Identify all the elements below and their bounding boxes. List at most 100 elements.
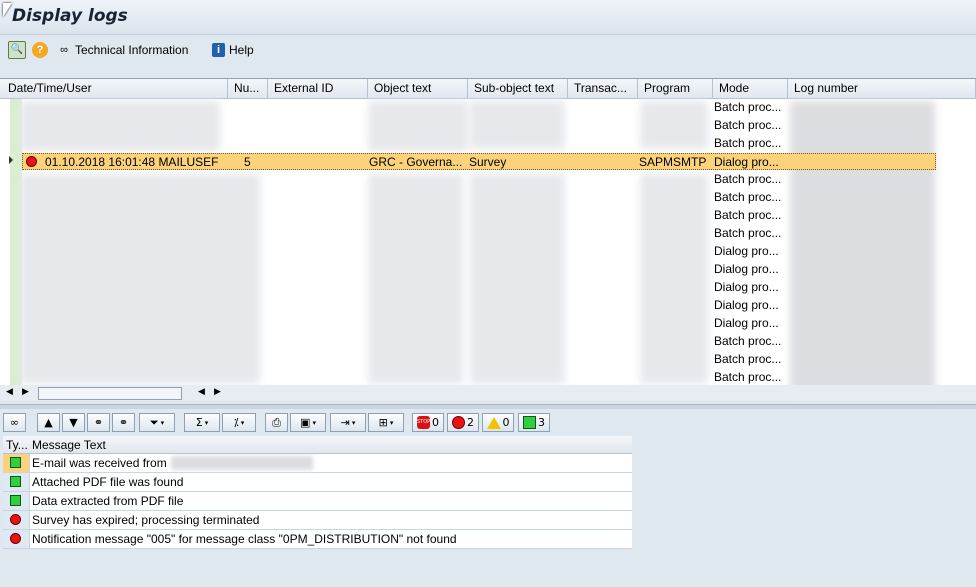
scroll-right-icon[interactable]: ▶: [214, 387, 221, 397]
info-icon: i: [212, 43, 225, 57]
success-icon: [10, 457, 21, 468]
views-icon: ▣: [300, 416, 311, 429]
mode-cell: Batch proc...: [714, 208, 782, 222]
obscured-cells: [470, 101, 565, 149]
technical-information-button[interactable]: ∞ Technical Information: [57, 41, 188, 59]
mode-cell: Dialog pro...: [714, 262, 779, 276]
col-message-text[interactable]: Message Text: [32, 438, 106, 452]
print-button[interactable]: ⎙: [265, 413, 288, 432]
message-row[interactable]: Data extracted from PDF file: [3, 492, 632, 511]
help-info-button[interactable]: ?: [32, 41, 48, 59]
col-number[interactable]: Nu...: [228, 79, 268, 98]
obscured-cells: [640, 101, 708, 149]
help-button[interactable]: i Help: [212, 41, 254, 59]
find-next-button[interactable]: ⚭: [112, 413, 135, 432]
mode-cell: Batch proc...: [714, 118, 782, 132]
log-grid-header: Date/Time/User Nu... External ID Object …: [0, 79, 976, 99]
message-text: Attached PDF file was found: [32, 475, 184, 489]
error-count: 2: [467, 416, 474, 429]
sort-ascending-button[interactable]: ▲: [37, 413, 60, 432]
row-datetime-user: 01.10.2018 16:01:48 MAILUSEF: [45, 155, 219, 169]
message-row[interactable]: Survey has expired; processing terminate…: [3, 511, 632, 530]
binoculars-icon: ⚭: [93, 416, 104, 429]
mode-cell: Dialog pro...: [714, 316, 779, 330]
col-object-text[interactable]: Object text: [368, 79, 468, 98]
find-button[interactable]: 🔍: [8, 41, 26, 59]
mode-cell: Batch proc...: [714, 334, 782, 348]
message-grid: Ty... Message Text E-mail was received f…: [3, 436, 632, 549]
print-icon: ⎙: [272, 415, 281, 429]
error-icon: [452, 416, 465, 429]
mode-cell: Batch proc...: [714, 352, 782, 366]
sum-button[interactable]: Σ ▾: [184, 413, 220, 432]
layout-button[interactable]: ⊞ ▾: [368, 413, 404, 432]
row-number: 5: [244, 155, 251, 169]
mouse-cursor-icon: [3, 3, 12, 17]
splitter[interactable]: [0, 404, 976, 409]
type-cell: [3, 454, 30, 472]
views-button[interactable]: ▣ ▾: [290, 413, 326, 432]
success-icon: [523, 416, 536, 429]
dropdown-arrow-icon: ▾: [160, 418, 165, 427]
warning-filter-button[interactable]: 0: [482, 413, 514, 432]
type-cell: [3, 530, 30, 548]
horizontal-scrollbar[interactable]: ◀ ▶ ◀ ▶: [0, 385, 976, 401]
mode-cell: Batch proc...: [714, 100, 782, 114]
col-mode[interactable]: Mode: [713, 79, 788, 98]
obscured-cells: [20, 174, 260, 384]
row-pointer-icon: [9, 156, 13, 164]
warning-icon: [486, 416, 501, 429]
table-row-selected[interactable]: 01.10.2018 16:01:48 MAILUSEF 5 GRC - Gov…: [22, 153, 936, 170]
warning-count: 0: [502, 416, 510, 429]
row-mode: Dialog pro...: [714, 155, 779, 169]
row-program: SAPMSMTP: [639, 155, 707, 169]
glasses-icon: ∞: [60, 43, 68, 56]
col-type[interactable]: Ty...: [6, 438, 28, 452]
success-icon: [10, 495, 21, 506]
message-text: Data extracted from PDF file: [32, 494, 184, 508]
success-icon: [10, 476, 21, 487]
subtotal-icon: ⁒: [233, 416, 239, 429]
sort-descending-button[interactable]: ▼: [62, 413, 85, 432]
success-filter-button[interactable]: 3: [518, 413, 550, 432]
title-bar: Display logs: [0, 0, 976, 35]
page-title: Display logs: [12, 6, 128, 26]
question-icon: ?: [32, 42, 48, 58]
col-sub-object-text[interactable]: Sub-object text: [468, 79, 568, 98]
scroll-left-icon[interactable]: ◀: [198, 387, 205, 397]
binoculars-next-icon: ⚭: [118, 416, 129, 429]
sum-icon: Σ: [195, 416, 203, 429]
obscured-sender: [171, 456, 313, 470]
row-object-text: GRC - Governa...: [369, 155, 463, 169]
col-log-number[interactable]: Log number: [788, 79, 976, 98]
filter-button[interactable]: ⏷ ▾: [139, 413, 175, 432]
scroll-thumb[interactable]: [38, 387, 182, 400]
dropdown-arrow-icon: ▾: [312, 418, 316, 427]
find-button[interactable]: ⚭: [87, 413, 110, 432]
col-date-time-user[interactable]: Date/Time/User: [2, 79, 228, 98]
col-transaction[interactable]: Transac...: [568, 79, 638, 98]
error-filter-button[interactable]: 2: [447, 413, 479, 432]
message-row[interactable]: E-mail was received from: [3, 454, 632, 473]
col-program[interactable]: Program: [638, 79, 713, 98]
stop-filter-button[interactable]: STOP 0: [412, 413, 444, 432]
scroll-left-icon[interactable]: ◀: [6, 387, 13, 397]
col-external-id[interactable]: External ID: [268, 79, 368, 98]
subtotal-button[interactable]: ⁒ ▾: [222, 413, 256, 432]
technical-information-label: Technical Information: [75, 43, 189, 57]
message-row[interactable]: Notification message "005" for message c…: [3, 530, 632, 549]
type-cell: [3, 511, 30, 529]
export-icon: ⇥: [340, 416, 350, 429]
application-toolbar: 🔍 ? ∞ Technical Information i Help: [0, 35, 976, 66]
obscured-cells: [470, 174, 565, 384]
error-icon: [10, 533, 21, 544]
message-text: Survey has expired; processing terminate…: [32, 513, 260, 527]
stop-count: 0: [432, 416, 439, 429]
mode-cell: Dialog pro...: [714, 244, 779, 258]
message-row[interactable]: Attached PDF file was found: [3, 473, 632, 492]
obscured-cells: [640, 174, 708, 384]
detail-button[interactable]: ∞: [3, 413, 26, 432]
export-button[interactable]: ⇥ ▾: [330, 413, 366, 432]
scroll-right-icon[interactable]: ▶: [22, 387, 29, 397]
type-cell: [3, 473, 30, 491]
